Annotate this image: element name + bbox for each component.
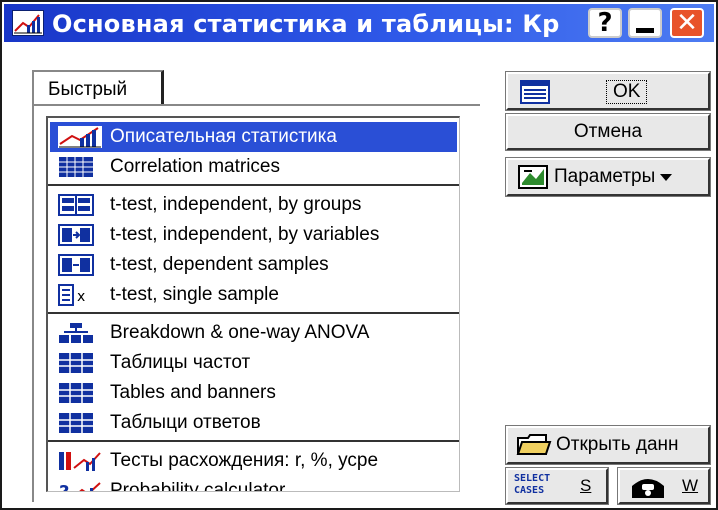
list-item-difference-tests[interactable]: Тесты расхождения: r, %, усре [50, 446, 457, 476]
ttest-variables-icon [58, 224, 102, 246]
list-item-breakdown-anova[interactable]: Breakdown & one-way ANOVA [50, 318, 457, 348]
list-group-descriptive: Описательная статистика Correlation matr… [48, 118, 459, 186]
list-item-label: t-test, independent, by variables [110, 224, 380, 245]
ttest-groups-icon [58, 194, 102, 216]
matrix-icon [58, 156, 102, 178]
list-item-descriptive-statistics[interactable]: Описательная статистика [50, 122, 457, 152]
minimize-button[interactable] [628, 8, 662, 38]
window-title: Основная статистика и таблицы: Кр [52, 10, 560, 38]
list-item-ttest-single[interactable]: x t-test, single sample [50, 280, 457, 310]
open-data-button[interactable]: Открыть данн [505, 425, 711, 465]
probability-icon: ? [58, 480, 102, 492]
open-data-label: Открыть данн [556, 434, 679, 455]
list-item-label: Таблыци ответов [110, 412, 261, 433]
list-item-label: Таблицы частот [110, 352, 251, 373]
title-bar[interactable]: Основная статистика и таблицы: Кр ? ✕ [4, 4, 714, 42]
weight-button[interactable]: W [617, 467, 711, 505]
close-button[interactable]: ✕ [670, 8, 704, 38]
list-item-ttest-dependent[interactable]: t-test, dependent samples [50, 250, 457, 280]
cancel-label: Отмена [573, 121, 643, 142]
weight-hotkey: W [682, 476, 699, 495]
tab-quick[interactable]: Быстрый [32, 70, 164, 106]
table-icon [58, 412, 102, 434]
help-button[interactable]: ? [588, 8, 622, 38]
options-button[interactable]: Параметры [505, 157, 711, 197]
ok-label: OK [606, 80, 648, 104]
list-item-label: t-test, independent, by groups [110, 194, 362, 215]
list-item-ttest-groups[interactable]: t-test, independent, by groups [50, 190, 457, 220]
list-item-label: Correlation matrices [110, 156, 280, 177]
list-item-label: Тесты расхождения: r, %, усре [110, 450, 379, 471]
app-chart-icon [12, 10, 44, 36]
close-icon: ✕ [676, 8, 698, 38]
list-item-label: t-test, dependent samples [110, 254, 329, 275]
cancel-button[interactable]: Отмена [505, 113, 711, 151]
list-group-other: Тесты расхождения: r, %, усре ? Probabil… [48, 442, 459, 492]
select-cases-button[interactable]: SELECT CASES S [505, 467, 609, 505]
options-label: Параметры [554, 166, 656, 187]
list-item-label: Описательная статистика [110, 126, 337, 147]
list-item-label: Probability calculator [110, 480, 286, 492]
list-item-probability-calculator[interactable]: ? Probability calculator [50, 476, 457, 492]
dialog-window: Основная статистика и таблицы: Кр ? ✕ Бы… [0, 0, 718, 510]
list-item-label: Breakdown & one-way ANOVA [110, 322, 370, 343]
list-item-ttest-variables[interactable]: t-test, independent, by variables [50, 220, 457, 250]
minimize-icon [636, 27, 654, 33]
list-group-tables: Breakdown & one-way ANOVA Таблицы частот [48, 314, 459, 442]
svg-text:?: ? [59, 482, 69, 492]
weight-icon [628, 474, 668, 500]
select-cases-icon: SELECT CASES [514, 473, 550, 497]
list-item-correlation-matrices[interactable]: Correlation matrices [50, 152, 457, 182]
select-cases-line2: CASES [514, 485, 545, 496]
options-icon [518, 165, 548, 189]
list-item-response-tables[interactable]: Таблыци ответов [50, 408, 457, 438]
analysis-list[interactable]: Описательная статистика Correlation matr… [46, 116, 460, 492]
select-hotkey: S [580, 476, 592, 495]
list-item-label: Tables and banners [110, 382, 276, 403]
list-item-label: t-test, single sample [110, 284, 279, 305]
table-icon [58, 352, 102, 374]
list-item-tables-banners[interactable]: Tables and banners [50, 378, 457, 408]
chevron-down-icon [659, 172, 673, 182]
ok-button[interactable]: OK [505, 71, 711, 111]
svg-text:x: x [77, 289, 85, 305]
select-cases-line1: SELECT [514, 473, 551, 484]
open-folder-icon [516, 432, 552, 458]
table-icon [58, 382, 102, 404]
descriptive-chart-icon [58, 126, 102, 148]
tab-quick-label: Быстрый [48, 79, 128, 100]
ttest-single-icon: x [58, 284, 102, 306]
ok-list-icon [520, 80, 550, 110]
list-item-frequency-tables[interactable]: Таблицы частот [50, 348, 457, 378]
ttest-dependent-icon [58, 254, 102, 276]
difference-tests-icon [58, 450, 102, 472]
list-group-ttests: t-test, independent, by groups t-test, i… [48, 186, 459, 314]
breakdown-icon [58, 322, 102, 344]
help-icon: ? [597, 8, 613, 38]
